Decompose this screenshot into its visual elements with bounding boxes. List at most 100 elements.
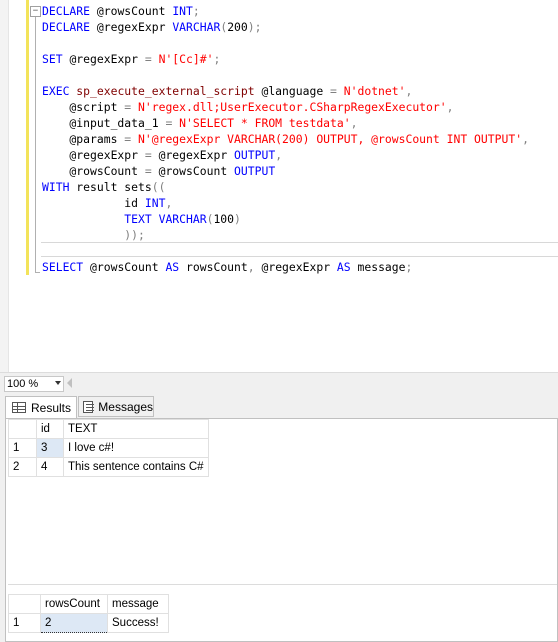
collapse-region-icon[interactable]: − bbox=[30, 6, 41, 17]
code-line[interactable]: )); bbox=[42, 227, 529, 243]
code-line[interactable]: @regexExpr = @regexExpr OUTPUT, bbox=[42, 147, 529, 163]
code-token: INT bbox=[144, 196, 166, 210]
code-token: ; bbox=[213, 52, 221, 66]
messages-icon bbox=[83, 400, 95, 413]
code-line[interactable] bbox=[42, 67, 529, 83]
outline-fold-line bbox=[35, 17, 36, 273]
code-token: ); bbox=[247, 20, 262, 34]
code-token: = bbox=[165, 116, 180, 130]
zoom-dropdown[interactable]: 100 % bbox=[4, 376, 64, 392]
row-number[interactable]: 1 bbox=[8, 438, 37, 458]
code-token: AS bbox=[336, 260, 358, 274]
row-number[interactable]: 2 bbox=[8, 457, 37, 477]
code-line[interactable]: WITH result sets(( bbox=[42, 179, 529, 195]
code-token: SELECT bbox=[42, 260, 91, 274]
code-line[interactable] bbox=[42, 243, 529, 259]
tab-messages[interactable]: Messages bbox=[78, 396, 154, 417]
code-token: message bbox=[357, 260, 406, 274]
row-number-header[interactable] bbox=[8, 419, 37, 439]
scroll-left-arrow-icon[interactable] bbox=[67, 378, 72, 388]
results-pane: id TEXT 1 3 I love c#! 2 4 This sentence… bbox=[5, 418, 558, 642]
code-token: , bbox=[350, 116, 358, 130]
code-token: @rowsCount bbox=[90, 260, 166, 274]
code-token: rowsCount bbox=[186, 260, 248, 274]
code-token: AS bbox=[165, 260, 187, 274]
chevron-down-icon bbox=[55, 381, 61, 385]
column-header-rowscount[interactable]: rowsCount bbox=[40, 594, 108, 614]
code-text[interactable]: DECLARE @rowsCount INT; DECLARE @regexExp… bbox=[42, 3, 529, 275]
code-token: = bbox=[144, 52, 159, 66]
grid-cell[interactable]: 3 bbox=[36, 438, 64, 458]
code-token: ; bbox=[405, 260, 413, 274]
code-token: INT bbox=[172, 4, 193, 18]
code-token: 200 bbox=[227, 20, 248, 34]
code-token: @rowsCount bbox=[42, 164, 145, 178]
code-line[interactable] bbox=[42, 35, 529, 51]
code-token: N'SELECT * FROM testdata' bbox=[179, 116, 351, 130]
code-line[interactable]: SET @regexExpr = N'[Cc]#'; bbox=[42, 51, 529, 67]
zoom-value: 100 % bbox=[7, 378, 39, 390]
code-token: @rowsCount bbox=[96, 4, 173, 18]
editor-status-strip: 100 % bbox=[0, 372, 558, 394]
code-token: N'dotnet' bbox=[343, 84, 406, 98]
tab-results-label: Results bbox=[31, 400, 72, 415]
code-line[interactable]: TEXT VARCHAR(100) bbox=[42, 211, 529, 227]
code-token: SET bbox=[42, 52, 70, 66]
table-row: 2 4 This sentence contains C# bbox=[8, 457, 209, 477]
grid-header-row: id TEXT bbox=[8, 419, 209, 439]
tab-messages-label: Messages bbox=[98, 399, 153, 414]
column-header-id[interactable]: id bbox=[36, 419, 64, 439]
code-token: @script bbox=[42, 100, 125, 114]
code-line[interactable]: SELECT @rowsCount AS rowsCount, @regexEx… bbox=[42, 259, 529, 275]
row-number[interactable]: 1 bbox=[8, 613, 41, 633]
column-header-text[interactable]: TEXT bbox=[63, 419, 209, 439]
code-token: EXEC bbox=[42, 84, 77, 98]
code-line[interactable]: @rowsCount = @rowsCount OUTPUT bbox=[42, 163, 529, 179]
editor-gutter bbox=[0, 0, 9, 372]
code-token: @regexExpr bbox=[42, 148, 145, 162]
tab-results[interactable]: Results bbox=[5, 396, 77, 418]
grid-cell[interactable]: Success! bbox=[107, 613, 169, 633]
code-token: N'regex.dll;UserExecutor.CSharpRegexExec… bbox=[138, 100, 447, 114]
grid-cell[interactable]: 2 bbox=[40, 613, 108, 633]
code-token: , bbox=[446, 100, 454, 114]
code-token: @regexExpr bbox=[96, 20, 173, 34]
row-number-header[interactable] bbox=[8, 594, 41, 614]
code-token: DECLARE bbox=[42, 4, 97, 18]
code-token: VARCHAR bbox=[172, 20, 221, 34]
grid-cell[interactable]: 4 bbox=[36, 457, 64, 477]
code-line[interactable]: EXEC sp_execute_external_script @languag… bbox=[42, 83, 529, 99]
code-line[interactable]: DECLARE @regexExpr VARCHAR(200); bbox=[42, 19, 529, 35]
results-panel: Results Messages id TEXT 1 3 I love c#! … bbox=[0, 393, 558, 642]
code-line[interactable]: @script = N'regex.dll;UserExecutor.CShar… bbox=[42, 99, 529, 115]
code-token: = bbox=[144, 148, 159, 162]
results-tab-strip: Results Messages bbox=[0, 393, 558, 418]
grid-cell[interactable]: I love c#! bbox=[63, 438, 209, 458]
code-token: , bbox=[165, 196, 173, 210]
code-token: = bbox=[124, 132, 139, 146]
code-token: TEXT VARCHAR bbox=[124, 212, 207, 226]
code-token: @input_data_1 bbox=[42, 116, 166, 130]
result-grid-1: id TEXT 1 3 I love c#! 2 4 This sentence… bbox=[8, 419, 209, 477]
code-token: OUTPUT bbox=[234, 164, 276, 178]
code-token: sp_execute_external_script bbox=[76, 84, 262, 98]
code-token: , bbox=[275, 148, 283, 162]
query-editor[interactable]: − DECLARE @rowsCount INT; DECLARE @regexE… bbox=[0, 0, 558, 372]
code-token: )); bbox=[42, 228, 145, 242]
column-header-message[interactable]: message bbox=[107, 594, 169, 614]
code-token: (( bbox=[151, 180, 166, 194]
code-line[interactable]: DECLARE @rowsCount INT; bbox=[42, 3, 529, 19]
code-token: = bbox=[124, 100, 139, 114]
code-token: , bbox=[522, 132, 529, 146]
code-token: = bbox=[144, 164, 159, 178]
outline-fold-end bbox=[35, 272, 40, 273]
grid-icon bbox=[12, 402, 26, 413]
code-line[interactable]: id INT, bbox=[42, 195, 529, 211]
code-token: @params bbox=[42, 132, 125, 146]
grid-divider[interactable] bbox=[8, 584, 557, 585]
code-token: ) bbox=[234, 212, 241, 226]
code-token: @regexExpr bbox=[158, 148, 235, 162]
grid-cell[interactable]: This sentence contains C# bbox=[63, 457, 209, 477]
code-line[interactable]: @params = N'@regexExpr VARCHAR(200) OUTP… bbox=[42, 131, 529, 147]
code-line[interactable]: @input_data_1 = N'SELECT * FROM testdata… bbox=[42, 115, 529, 131]
